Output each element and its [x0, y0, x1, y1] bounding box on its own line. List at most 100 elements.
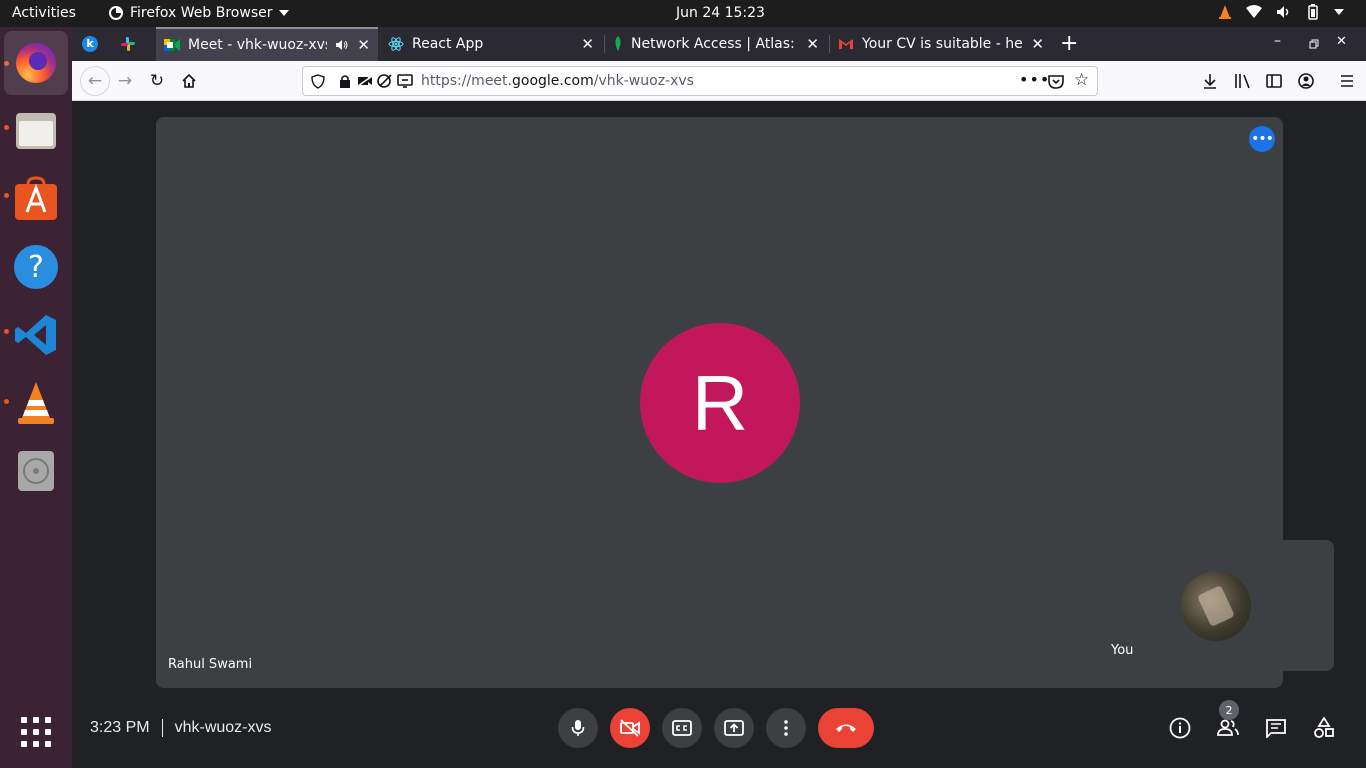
help-icon[interactable]: ? — [12, 243, 60, 291]
minimize-button[interactable]: – — [1274, 33, 1281, 49]
url-text: https://meet.google.com/vhk-wuoz-xvs — [421, 73, 694, 89]
running-indicator — [4, 399, 9, 404]
more-options-icon[interactable]: ••• — [1249, 126, 1275, 152]
apps-grid-icon[interactable] — [21, 717, 51, 747]
downloads-icon[interactable] — [1202, 73, 1218, 89]
vlc-tray-icon[interactable] — [1218, 4, 1232, 20]
activities-button[interactable] — [1310, 714, 1338, 742]
gmail-icon — [839, 39, 853, 49]
tab-title: React App — [412, 36, 484, 52]
react-icon — [388, 37, 404, 51]
pocket-icon[interactable] — [1048, 74, 1064, 89]
running-indicator — [4, 125, 9, 130]
tab-bar: k Meet - vhk-wuoz-xvs ✕ React App ✕ Netw… — [72, 27, 1366, 61]
screen-share-icon[interactable] — [397, 74, 413, 88]
running-indicator — [4, 193, 9, 198]
files-icon[interactable] — [12, 107, 60, 155]
close-tab-icon[interactable]: ✕ — [357, 36, 370, 54]
back-button[interactable]: ← — [80, 66, 110, 96]
meet-icon — [164, 39, 180, 51]
present-screen-button[interactable] — [714, 708, 754, 748]
divider — [161, 719, 163, 737]
software-icon[interactable] — [12, 175, 60, 223]
system-menu-chevron-icon[interactable] — [1334, 9, 1344, 15]
running-indicator — [4, 329, 9, 334]
shapes-icon — [1314, 717, 1334, 738]
microphone-icon — [571, 720, 585, 736]
firefox-icon[interactable] — [4, 31, 68, 95]
participants-count-badge: 2 — [1219, 700, 1239, 720]
bookmark-star-icon[interactable]: ☆ — [1074, 70, 1089, 90]
forward-button[interactable]: → — [113, 69, 137, 93]
pinned-tab-slack[interactable] — [112, 27, 156, 61]
chat-button[interactable] — [1262, 714, 1290, 742]
menu-hamburger-icon[interactable] — [1339, 73, 1355, 89]
lock-icon[interactable] — [339, 74, 351, 88]
chevron-down-icon — [278, 10, 289, 16]
self-view-tile[interactable]: You — [1099, 540, 1334, 671]
meeting-code: vhk-wuoz-xvs — [174, 719, 272, 736]
app-menu[interactable]: Firefox Web Browser — [108, 5, 289, 21]
speaker-icon[interactable] — [335, 39, 349, 51]
participant-name: Rahul Swami — [168, 657, 253, 672]
self-label: You — [1111, 643, 1134, 658]
camera-blocked-icon[interactable] — [357, 75, 373, 87]
navigation-toolbar: ← → ↻ https://meet.google.com/vhk-wuoz-x… — [72, 61, 1366, 101]
tab-gmail[interactable]: Your CV is suitable - hem ✕ — [830, 27, 1052, 61]
app-menu-label: Firefox Web Browser — [130, 5, 273, 21]
call-controls-bar: 3:23 PM vhk-wuoz-xvs 2 — [72, 700, 1366, 768]
tab-react-app[interactable]: React App ✕ — [380, 27, 602, 61]
close-tab-icon[interactable]: ✕ — [581, 35, 594, 53]
meet-call-area: R Rahul Swami ••• You 3:23 PM vhk-wuoz-x… — [72, 101, 1366, 768]
avatar — [1181, 571, 1251, 641]
k-app-icon: k — [82, 36, 98, 52]
captions-button[interactable] — [662, 708, 702, 748]
mongodb-icon — [615, 36, 621, 51]
pinned-tab-k[interactable]: k — [74, 27, 110, 61]
page-actions-icon[interactable]: ••• — [1019, 70, 1050, 89]
shield-icon[interactable] — [311, 74, 325, 89]
meeting-time: 3:23 PM — [90, 719, 150, 736]
more-options-button[interactable] — [766, 708, 806, 748]
chat-icon — [1266, 719, 1286, 738]
vlc-icon[interactable] — [12, 379, 60, 427]
camera-off-icon — [620, 719, 640, 737]
tab-meet[interactable]: Meet - vhk-wuoz-xvs ✕ — [156, 27, 378, 61]
meeting-details-button[interactable] — [1166, 714, 1194, 742]
info-icon — [1169, 717, 1191, 739]
restore-button[interactable] — [1309, 39, 1319, 49]
close-window-button[interactable]: ✕ — [1336, 34, 1347, 49]
system-clock[interactable]: Jun 24 15:23 — [676, 5, 765, 21]
home-button[interactable] — [177, 69, 201, 93]
microphone-button[interactable] — [558, 708, 598, 748]
end-call-button[interactable] — [818, 708, 874, 748]
library-icon[interactable] — [1234, 73, 1252, 89]
battery-icon[interactable] — [1306, 4, 1320, 20]
close-tab-icon[interactable]: ✕ — [1031, 35, 1044, 53]
meeting-details: 3:23 PM vhk-wuoz-xvs — [90, 719, 272, 737]
phone-hangup-icon — [836, 724, 856, 732]
dock: ? — [0, 27, 72, 768]
people-icon — [1217, 719, 1239, 736]
account-icon[interactable] — [1298, 73, 1314, 89]
close-tab-icon[interactable]: ✕ — [806, 35, 819, 53]
tab-title: Meet - vhk-wuoz-xvs — [188, 37, 328, 53]
system-tray[interactable] — [1218, 4, 1344, 20]
volume-icon[interactable] — [1276, 5, 1292, 19]
reload-button[interactable]: ↻ — [145, 69, 169, 93]
wifi-icon[interactable] — [1246, 5, 1262, 19]
new-tab-button[interactable]: + — [1060, 31, 1078, 56]
microphone-permission-icon[interactable] — [377, 74, 393, 88]
activities-button[interactable]: Activities — [12, 5, 76, 21]
slack-icon — [121, 37, 135, 51]
vertical-dots-icon — [784, 720, 788, 736]
tab-title: Your CV is suitable - hem — [862, 36, 1024, 52]
tab-network-access[interactable]: Network Access | Atlas: M ✕ — [605, 27, 827, 61]
system-top-bar: Activities Firefox Web Browser Jun 24 15… — [0, 0, 1366, 27]
disc-icon[interactable] — [12, 447, 60, 495]
vscode-icon[interactable] — [12, 311, 60, 359]
camera-off-button[interactable] — [610, 708, 650, 748]
present-icon — [724, 720, 744, 736]
url-bar[interactable]: https://meet.google.com/vhk-wuoz-xvs •••… — [302, 66, 1098, 96]
sidebar-icon[interactable] — [1266, 73, 1282, 89]
